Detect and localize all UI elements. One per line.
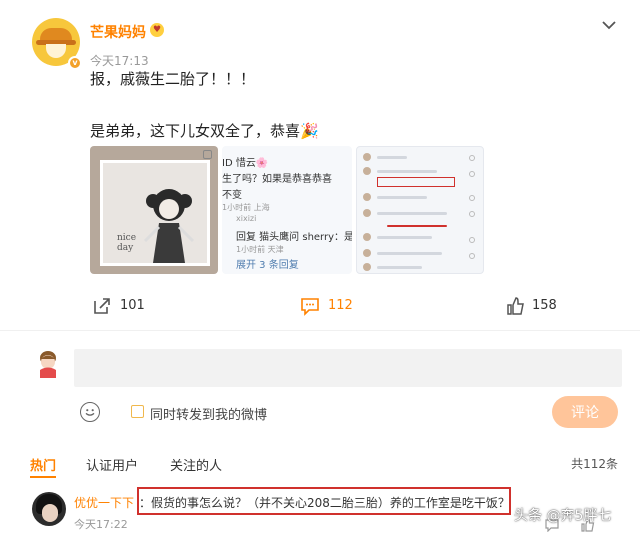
post-header: v 芒果妈妈 ♥ 今天17:13 <box>32 16 622 76</box>
tab-hot[interactable]: 热门 <box>30 455 56 474</box>
screenshot-row <box>377 252 442 255</box>
verified-badge-icon: v <box>68 56 82 70</box>
my-avatar[interactable] <box>36 350 60 378</box>
screenshot-line: 不变 <box>222 190 242 201</box>
screenshot-row <box>377 236 432 239</box>
post-image-3[interactable] <box>356 146 484 274</box>
figurine-illustration <box>143 189 195 263</box>
screenshot-line: 1小时前 天津 <box>236 245 284 254</box>
screenshot-line: 回复 猫头鹰问 sherry：是弟 <box>236 232 352 243</box>
screenshot-row <box>377 170 437 173</box>
commenter-avatar[interactable] <box>32 492 66 526</box>
screenshot-avatar <box>363 153 371 161</box>
screenshot-avatar <box>363 263 371 271</box>
screenshot-heart-icon <box>469 211 475 217</box>
source-watermark: 头条 @奔5胖七 <box>514 508 612 524</box>
post-image-1[interactable]: nice day <box>90 146 218 274</box>
screenshot-row <box>377 212 447 215</box>
screenshot-heart-icon <box>469 253 475 259</box>
screenshot-row <box>377 196 427 199</box>
post-text-line-2: 是弟弟，这下儿女双全了，恭喜🎉 <box>90 122 319 140</box>
tab-verified-users[interactable]: 认证用户 <box>86 455 138 474</box>
comment-time: 今天17:22 <box>74 518 128 531</box>
submit-comment-button[interactable]: 评论 <box>552 396 618 428</box>
photo-note: nice day <box>117 233 136 253</box>
emoji-smile-icon[interactable] <box>80 402 100 422</box>
screenshot-avatar <box>363 209 371 217</box>
screenshot-underline <box>387 225 447 227</box>
screenshot-heart-icon <box>469 195 475 201</box>
commenter-username[interactable]: 优优一下下 <box>74 494 134 511</box>
screenshot-highlight-box <box>377 177 455 187</box>
screenshot-line: 生了吗？如果是恭喜恭喜 <box>222 174 332 185</box>
screenshot-heart-icon <box>469 237 475 243</box>
screenshot-avatar <box>363 233 371 241</box>
comment-total: 共112条 <box>571 457 618 471</box>
photo-note-line-2: day <box>117 243 134 253</box>
screenshot-row <box>377 266 422 269</box>
screenshot-line: 1小时前 上海 <box>222 203 270 212</box>
screenshot-avatar <box>363 249 371 257</box>
screenshot-line: 展开 3 条回复 <box>236 260 299 271</box>
screenshot-row <box>377 156 407 159</box>
comment-count: 112 <box>328 298 353 313</box>
repost-count: 101 <box>120 298 145 313</box>
thumbs-up-icon <box>507 297 524 315</box>
comment-input[interactable] <box>74 349 622 387</box>
screenshot-heart-icon <box>469 155 475 161</box>
photo-note-line-1: nice <box>117 233 137 243</box>
tab-following[interactable]: 关注的人 <box>170 455 222 474</box>
commenter-face <box>42 504 58 522</box>
author-username[interactable]: 芒果妈妈 <box>90 22 146 42</box>
forward-label[interactable]: 同时转发到我的微博 <box>150 404 267 423</box>
active-tab-indicator <box>30 476 56 478</box>
repost-icon <box>94 298 110 314</box>
comment-icon <box>301 298 319 316</box>
screenshot-avatar <box>363 193 371 201</box>
screenshot-heart-icon <box>469 171 475 177</box>
heart-eyes-emoji-icon: ♥ <box>150 23 164 37</box>
chevron-down-icon[interactable] <box>600 16 618 34</box>
section-divider <box>0 330 640 331</box>
post-image-2[interactable]: ID 惜云🌸 生了吗？如果是恭喜恭喜 不变 1小时前 上海 xixizi 回复 … <box>222 146 352 274</box>
screenshot-line: ID 惜云🌸 <box>222 158 269 169</box>
comment-text: ：假货的事怎么说？（并不关心208二胎三胎）养的工作室是吃干饭？ <box>139 496 510 510</box>
screenshot-avatar <box>363 167 371 175</box>
screenshot-line: xixizi <box>236 214 257 223</box>
like-count: 158 <box>532 298 557 313</box>
forward-checkbox[interactable] <box>131 405 144 418</box>
avatar-face <box>46 44 66 58</box>
image-expand-icon <box>203 150 212 159</box>
figurine-photo: nice day <box>100 160 210 266</box>
post-timestamp: 今天17:13 <box>90 54 149 68</box>
post-text-line-1: 报，戚薇生二胎了！！！ <box>90 70 256 88</box>
